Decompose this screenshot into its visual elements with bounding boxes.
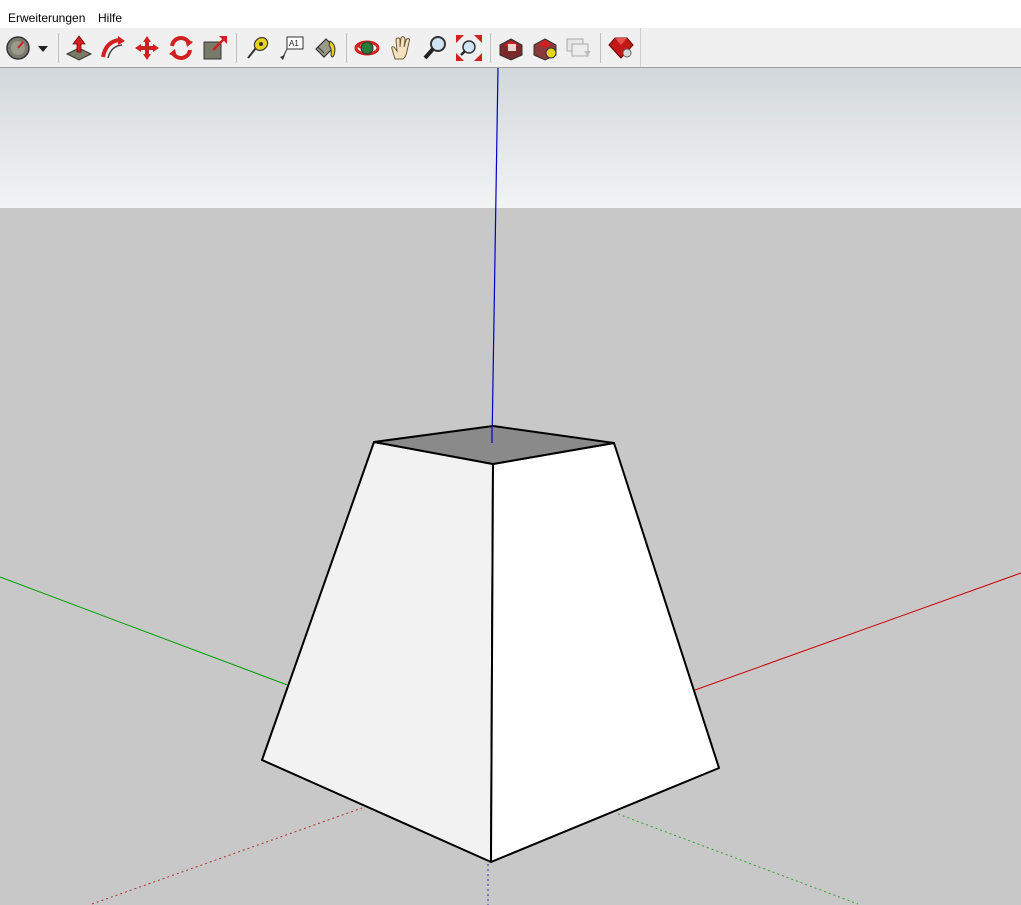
toolbar-separator xyxy=(58,33,59,63)
zoom-extents-icon xyxy=(456,35,482,61)
ruby-console-icon xyxy=(608,37,634,59)
zoom-icon xyxy=(423,36,446,60)
push-pull-icon xyxy=(65,35,93,61)
orbit-icon xyxy=(354,40,380,56)
zoom-button[interactable] xyxy=(420,33,450,63)
move-icon xyxy=(135,36,159,60)
move-button[interactable] xyxy=(132,33,162,63)
extension-warehouse-icon xyxy=(533,38,557,61)
follow-me-button[interactable] xyxy=(98,33,128,63)
tape-measure-button[interactable] xyxy=(242,33,272,63)
toolbar-separator xyxy=(490,33,491,63)
text-tool-button[interactable]: A1 xyxy=(276,33,306,63)
viewport-canvas[interactable] xyxy=(0,68,1021,905)
menu-erweiterungen[interactable]: Erweiterungen xyxy=(8,11,85,25)
scale-button[interactable] xyxy=(200,33,230,63)
toolbar-separator xyxy=(236,33,237,63)
text-tool-label: A1 xyxy=(289,39,299,48)
warehouse-icon xyxy=(499,38,523,61)
3d-viewport[interactable] xyxy=(0,68,1021,905)
menu-bar: Erweiterungen Hilfe xyxy=(0,0,1021,28)
pan-icon xyxy=(391,36,410,60)
orbit-button[interactable] xyxy=(352,33,382,63)
paint-bucket-button[interactable] xyxy=(310,33,340,63)
sky xyxy=(0,68,1021,208)
rotate-icon xyxy=(169,36,193,60)
select-tool-button[interactable] xyxy=(4,33,34,63)
select-icon xyxy=(6,36,30,60)
paint-bucket-icon xyxy=(315,38,336,58)
menu-hilfe[interactable]: Hilfe xyxy=(98,11,122,25)
layout-button[interactable] xyxy=(564,33,594,63)
toolbar-separator xyxy=(346,33,347,63)
zoom-extents-button[interactable] xyxy=(454,33,484,63)
warehouse-button[interactable] xyxy=(496,33,526,63)
select-dropdown-button[interactable] xyxy=(32,33,54,63)
extension-warehouse-button[interactable] xyxy=(530,33,560,63)
toolbar-frame: A1 xyxy=(0,28,641,67)
toolbar-separator xyxy=(600,33,601,63)
text-label-icon: A1 xyxy=(280,36,304,60)
dropdown-arrow-icon xyxy=(38,46,48,52)
push-pull-button[interactable] xyxy=(64,33,94,63)
ruby-console-button[interactable] xyxy=(606,33,636,63)
pan-button[interactable] xyxy=(386,33,416,63)
tape-measure-icon xyxy=(247,36,269,59)
layout-icon xyxy=(566,38,591,57)
scale-icon xyxy=(203,36,227,60)
toolbar: A1 xyxy=(0,28,1021,68)
rotate-button[interactable] xyxy=(166,33,196,63)
follow-me-icon xyxy=(101,36,125,59)
